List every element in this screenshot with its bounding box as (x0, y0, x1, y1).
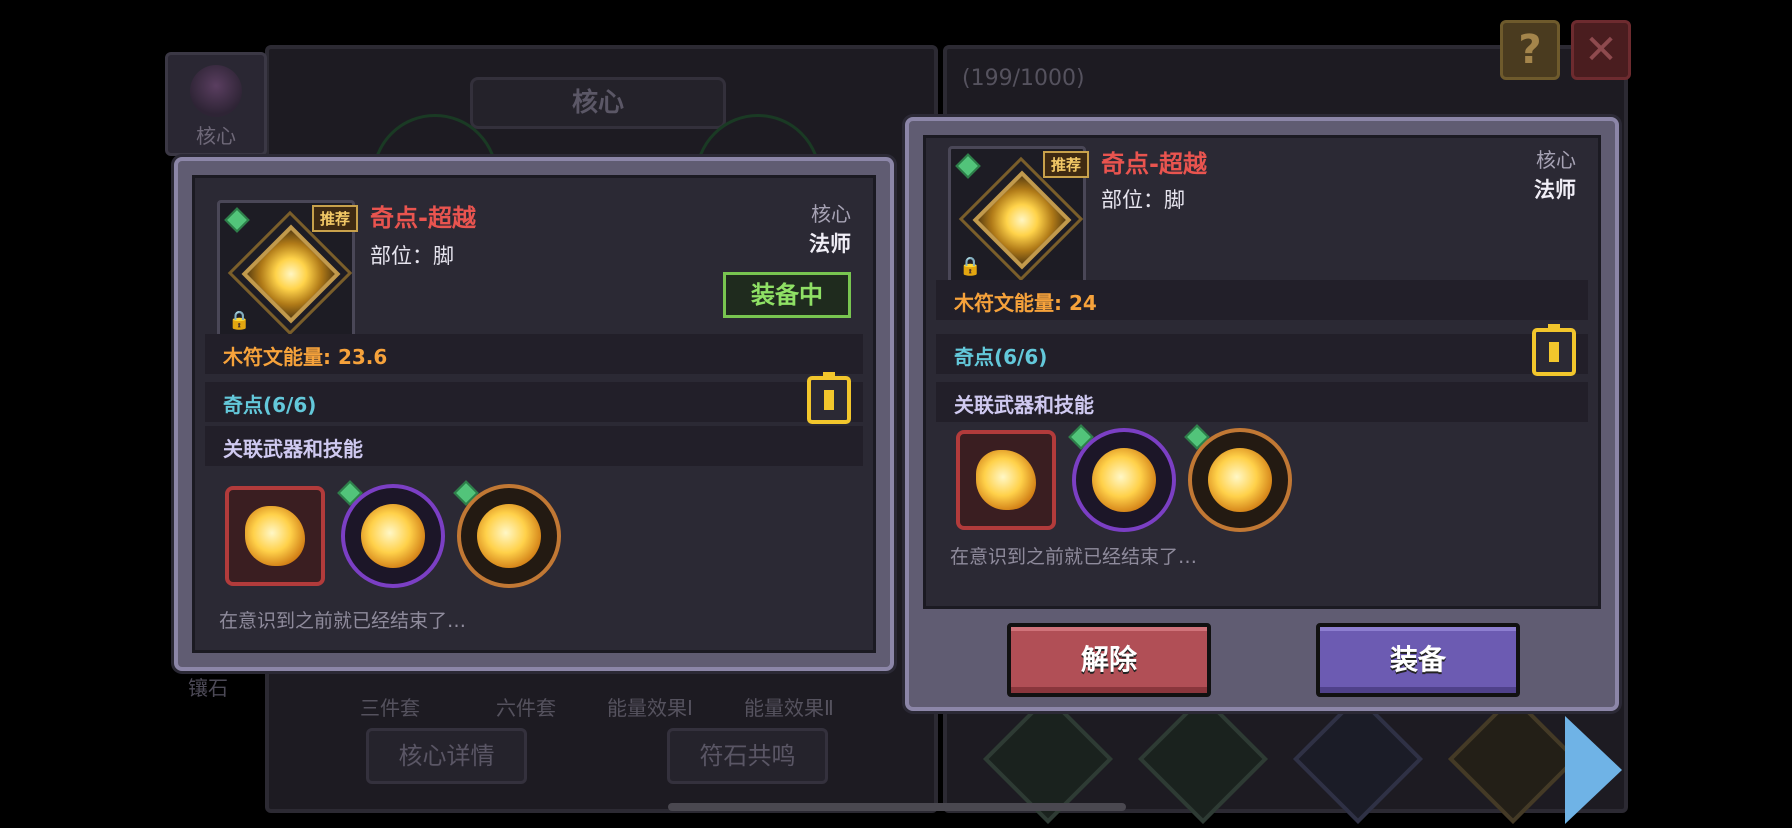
item-icon: 推荐 🔒 (217, 200, 358, 338)
core-panel-title: 核心 (470, 77, 726, 129)
skill-art-icon (1208, 448, 1272, 512)
horizontal-scrollbar[interactable] (668, 803, 1126, 811)
side-tab-label[interactable]: 镶石 (188, 672, 228, 701)
skill-art-icon (1092, 448, 1156, 512)
core-tab-label: 核心 (196, 124, 236, 148)
item-category: 核心 (1536, 148, 1576, 172)
close-button[interactable]: ✕ (1571, 20, 1631, 80)
green-gem-icon (453, 480, 479, 506)
compare-item-card: 推荐 🔒 奇点-超越 部位：脚 核心 法师 木符文能量: 24 奇点(6/6) … (905, 117, 1619, 711)
weapon-skill-icon[interactable] (956, 430, 1056, 530)
core-detail-button[interactable]: 核心详情 (366, 728, 527, 784)
item-slot: 部位：脚 (1101, 188, 1185, 212)
singularity-row: 奇点(6/6) (936, 334, 1588, 374)
recommend-badge: 推荐 (1042, 151, 1089, 178)
inventory-counter: (199/1000) (962, 66, 1085, 91)
singularity-row: 奇点(6/6) (205, 382, 863, 422)
related-row: 关联武器和技能 (936, 382, 1588, 422)
lock-icon: 🔒 (228, 310, 251, 331)
item-class: 法师 (1534, 178, 1576, 202)
green-gem-icon (337, 480, 363, 506)
energy-row: 木符文能量: 24 (936, 280, 1588, 320)
help-button[interactable]: ? (1500, 20, 1560, 80)
rune-energy: 木符文能量: 23.6 (223, 345, 388, 369)
set-label-energy-1: 能量效果Ⅰ (607, 696, 693, 720)
item-class: 法师 (809, 232, 851, 256)
skill-art-icon (361, 504, 425, 568)
singularity-count: 奇点(6/6) (954, 345, 1048, 369)
weapon-art-icon (976, 450, 1036, 510)
clipboard-icon[interactable] (1532, 324, 1576, 376)
weapon-skill-icon[interactable] (225, 486, 325, 586)
green-gem-icon (224, 207, 250, 233)
related-skills-label: 关联武器和技能 (954, 393, 1094, 417)
clipboard-icon[interactable] (807, 372, 851, 424)
set-label-three: 三件套 (360, 696, 420, 720)
equipped-item-card: 推荐 🔒 奇点-超越 部位：脚 核心 法师 装备中 木符文能量: 23.6 奇点… (174, 157, 894, 671)
energy-row: 木符文能量: 23.6 (205, 334, 863, 374)
weapon-art-icon (245, 506, 305, 566)
flavor-text: 在意识到之前就已经结束了… (950, 546, 1198, 568)
skill-icon-purple[interactable] (337, 480, 445, 588)
skill-icon-purple[interactable] (1068, 424, 1176, 532)
skill-art-icon (477, 504, 541, 568)
related-skills-label: 关联武器和技能 (223, 437, 363, 461)
item-name: 奇点-超越 (1101, 150, 1207, 178)
rune-energy: 木符文能量: 24 (954, 291, 1097, 315)
core-tab-icon (190, 65, 242, 117)
item-icon: 推荐 🔒 (948, 146, 1089, 284)
unequip-button[interactable]: 解除 (1007, 623, 1211, 697)
item-category: 核心 (811, 202, 851, 226)
green-gem-icon (955, 153, 981, 179)
core-tab[interactable]: 核心 (165, 52, 267, 156)
next-page-arrow-icon[interactable] (1565, 716, 1622, 824)
item-name: 奇点-超越 (370, 204, 476, 232)
core-gem-icon (241, 224, 341, 324)
set-label-energy-2: 能量效果Ⅱ (744, 696, 834, 720)
flavor-text: 在意识到之前就已经结束了… (219, 610, 467, 632)
equipped-badge: 装备中 (723, 272, 851, 318)
skill-icon-orange[interactable] (453, 480, 561, 588)
singularity-count: 奇点(6/6) (223, 393, 317, 417)
item-slot: 部位：脚 (370, 244, 454, 268)
green-gem-icon (1068, 424, 1094, 450)
lock-icon: 🔒 (959, 256, 982, 277)
set-label-six: 六件套 (496, 696, 556, 720)
green-gem-icon (1184, 424, 1210, 450)
skill-icon-orange[interactable] (1184, 424, 1292, 532)
equip-button[interactable]: 装备 (1316, 623, 1520, 697)
related-row: 关联武器和技能 (205, 426, 863, 466)
core-gem-icon (972, 170, 1072, 270)
rune-resonance-button[interactable]: 符石共鸣 (667, 728, 828, 784)
recommend-badge: 推荐 (311, 205, 358, 232)
equipped-item-card-body: 推荐 🔒 奇点-超越 部位：脚 核心 法师 装备中 木符文能量: 23.6 奇点… (192, 175, 876, 653)
compare-item-card-body: 推荐 🔒 奇点-超越 部位：脚 核心 法师 木符文能量: 24 奇点(6/6) … (923, 135, 1601, 609)
